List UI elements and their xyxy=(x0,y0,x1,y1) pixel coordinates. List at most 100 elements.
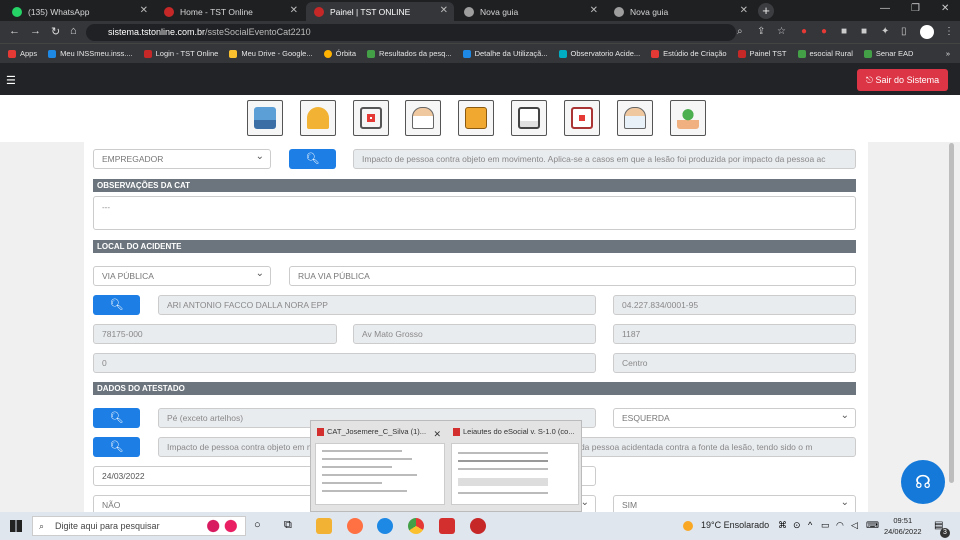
file-explorer-icon[interactable] xyxy=(316,518,332,534)
people-icon[interactable]: ⌘ xyxy=(778,520,787,531)
bookmark-login-tst[interactable]: Login - TST Online xyxy=(143,49,218,58)
scrollbar-thumb[interactable] xyxy=(949,143,954,483)
network-icon[interactable]: ⊙ xyxy=(793,520,801,531)
extension-icon[interactable]: ■ xyxy=(841,26,847,37)
preview-window-leiautes[interactable]: Leiautes do eSocial v. S-1.0 (co... xyxy=(451,425,579,509)
agente-descricao-field[interactable]: Impacto de pessoa contra objeto em movim… xyxy=(353,149,856,169)
lateralidade-select[interactable]: ESQUERDA xyxy=(613,408,856,428)
bookmark-inss[interactable]: Meu INSSmeu.inss.... xyxy=(48,49,133,58)
senar-icon xyxy=(797,49,806,58)
puzzle-icon[interactable]: ✦ xyxy=(881,26,889,37)
taskbar-preview-popup: CAT_Josemere_C_Silva (1)... ✕ Leiautes d… xyxy=(310,420,582,512)
bookmark-painel-tst[interactable]: Painel TST xyxy=(737,49,787,58)
system-clock[interactable]: 09:51 24/06/2022 xyxy=(884,515,922,537)
tab-nova-guia-2[interactable]: Nova guia ✕ xyxy=(606,2,754,21)
preview-window-cat[interactable]: CAT_Josemere_C_Silva (1)... ✕ xyxy=(315,425,445,509)
cep-field[interactable]: 78175-000 xyxy=(93,324,337,344)
logradouro-field[interactable]: Av Mato Grosso xyxy=(353,324,596,344)
local-tipo-select[interactable]: VIA PÚBLICA xyxy=(93,266,271,286)
minimize-icon[interactable]: — xyxy=(880,3,890,14)
doctor-icon[interactable] xyxy=(405,100,441,136)
extension-icon[interactable]: ● xyxy=(801,26,807,37)
empresa-cnpj-field[interactable]: 04.227.834/0001-95 xyxy=(613,295,856,315)
logout-button[interactable]: ⎋ Sair do Sistema xyxy=(857,69,948,91)
new-tab-button[interactable]: + xyxy=(758,3,774,19)
profile-avatar[interactable] xyxy=(920,25,934,39)
search-highlight-icon xyxy=(200,517,244,535)
app-icon[interactable] xyxy=(470,518,486,534)
close-icon[interactable]: ✕ xyxy=(440,5,448,16)
reload-icon[interactable]: ↻ xyxy=(51,25,60,38)
wifi-icon[interactable]: ◠ xyxy=(836,520,844,531)
firefox-icon[interactable] xyxy=(347,518,363,534)
agente-causador-select[interactable]: EMPREGADOR xyxy=(93,149,271,169)
forward-icon[interactable]: → xyxy=(30,25,41,37)
clipboard-icon[interactable] xyxy=(511,100,547,136)
close-icon[interactable]: ✕ xyxy=(290,5,298,16)
search-button[interactable]: 🔍︎ xyxy=(289,149,336,169)
folder-icon[interactable] xyxy=(458,100,494,136)
battery-icon[interactable]: ▭ xyxy=(821,520,830,531)
extension-icon[interactable]: ● xyxy=(821,26,827,37)
bookmark-orbita[interactable]: Órbita xyxy=(323,49,356,58)
chrome-icon xyxy=(464,6,474,17)
acrobat-icon[interactable] xyxy=(439,518,455,534)
tab-home-tst[interactable]: Home - TST Online ✕ xyxy=(156,2,304,21)
windows-start-icon[interactable] xyxy=(10,520,22,532)
back-icon[interactable]: ← xyxy=(9,25,20,37)
sidebar-icon[interactable]: ▯ xyxy=(901,26,907,37)
logout-icon: ⎋ xyxy=(865,75,874,85)
support-chat-button[interactable]: ☊ xyxy=(901,460,945,504)
observacoes-textarea[interactable]: --- xyxy=(93,196,856,230)
building-icon[interactable] xyxy=(247,100,283,136)
close-icon[interactable]: ✕ xyxy=(433,429,441,440)
sun-icon xyxy=(683,521,693,531)
bookmarks-more-button[interactable]: » xyxy=(946,49,950,58)
share-icon[interactable]: ⇪ xyxy=(757,26,765,37)
plant-hands-icon[interactable] xyxy=(670,100,706,136)
bookmark-estudio[interactable]: Estúdio de Criação xyxy=(651,49,727,58)
close-icon[interactable]: ✕ xyxy=(590,5,598,16)
close-icon[interactable]: ✕ xyxy=(740,5,748,16)
chrome-profile-icon[interactable] xyxy=(377,518,393,534)
empresa-nome-field[interactable]: ARI ANTONIO FACCO DALLA NORA EPP xyxy=(158,295,596,315)
search-icon[interactable]: ⌕ xyxy=(737,26,743,37)
bookmark-senar-ead[interactable]: Senar EAD xyxy=(863,49,913,58)
complemento-field[interactable]: 0 xyxy=(93,353,596,373)
medical-record-icon[interactable] xyxy=(353,100,389,136)
chevron-up-icon[interactable]: ^ xyxy=(808,520,812,530)
window-close-icon[interactable]: ✕ xyxy=(941,3,949,14)
helmet-icon[interactable] xyxy=(300,100,336,136)
local-descricao-field[interactable]: RUA VIA PÚBLICA xyxy=(289,266,856,286)
tab-painel-tst[interactable]: Painel | TST ONLINE ✕ xyxy=(306,2,454,21)
cortana-icon[interactable]: ○ xyxy=(254,519,261,531)
keyboard-icon[interactable]: ⌨ xyxy=(866,520,879,531)
bookmark-resultados[interactable]: Resultados da pesq... xyxy=(367,49,452,58)
medical-clipboard-icon[interactable] xyxy=(564,100,600,136)
bairro-field[interactable]: Centro xyxy=(613,353,856,373)
star-icon[interactable]: ☆ xyxy=(777,26,786,37)
search-button[interactable]: 🔍︎ xyxy=(93,295,140,315)
close-icon[interactable]: ✕ xyxy=(140,5,148,16)
search-button[interactable]: 🔍︎ xyxy=(93,408,140,428)
bookmark-esocial-rural[interactable]: esocial Rural xyxy=(797,49,853,58)
home-icon[interactable]: ⌂ xyxy=(70,25,77,37)
bookmark-drive[interactable]: Meu Drive - Google... xyxy=(229,49,313,58)
search-button[interactable]: 🔍︎ xyxy=(93,437,140,457)
restore-icon[interactable]: ❐ xyxy=(911,3,920,14)
bookmark-apps[interactable]: Apps xyxy=(8,49,37,58)
chrome-icon[interactable] xyxy=(408,518,424,534)
numero-field[interactable]: 1187 xyxy=(613,324,856,344)
url-bar[interactable]: sistema.tstonline.com.br/ssteSocialEvent… xyxy=(86,24,736,41)
extension-icon[interactable]: ■ xyxy=(861,26,867,37)
task-view-icon[interactable]: ⧉ xyxy=(284,519,292,532)
hamburger-menu-icon[interactable]: ☰ xyxy=(6,74,16,87)
bookmark-detalhe[interactable]: Detalhe da Utilizaçã... xyxy=(462,49,548,58)
bookmark-observatorio[interactable]: Observatorio Acide... xyxy=(558,49,640,58)
tab-nova-guia-1[interactable]: Nova guia ✕ xyxy=(456,2,604,21)
tab-whatsapp[interactable]: (135) WhatsApp ✕ xyxy=(4,2,154,21)
weather-text[interactable]: 19°C Ensolarado xyxy=(701,520,769,530)
volume-icon[interactable]: ◁ xyxy=(851,520,858,531)
physician-icon[interactable] xyxy=(617,100,653,136)
menu-dots-icon[interactable]: ⋮ xyxy=(944,26,954,37)
